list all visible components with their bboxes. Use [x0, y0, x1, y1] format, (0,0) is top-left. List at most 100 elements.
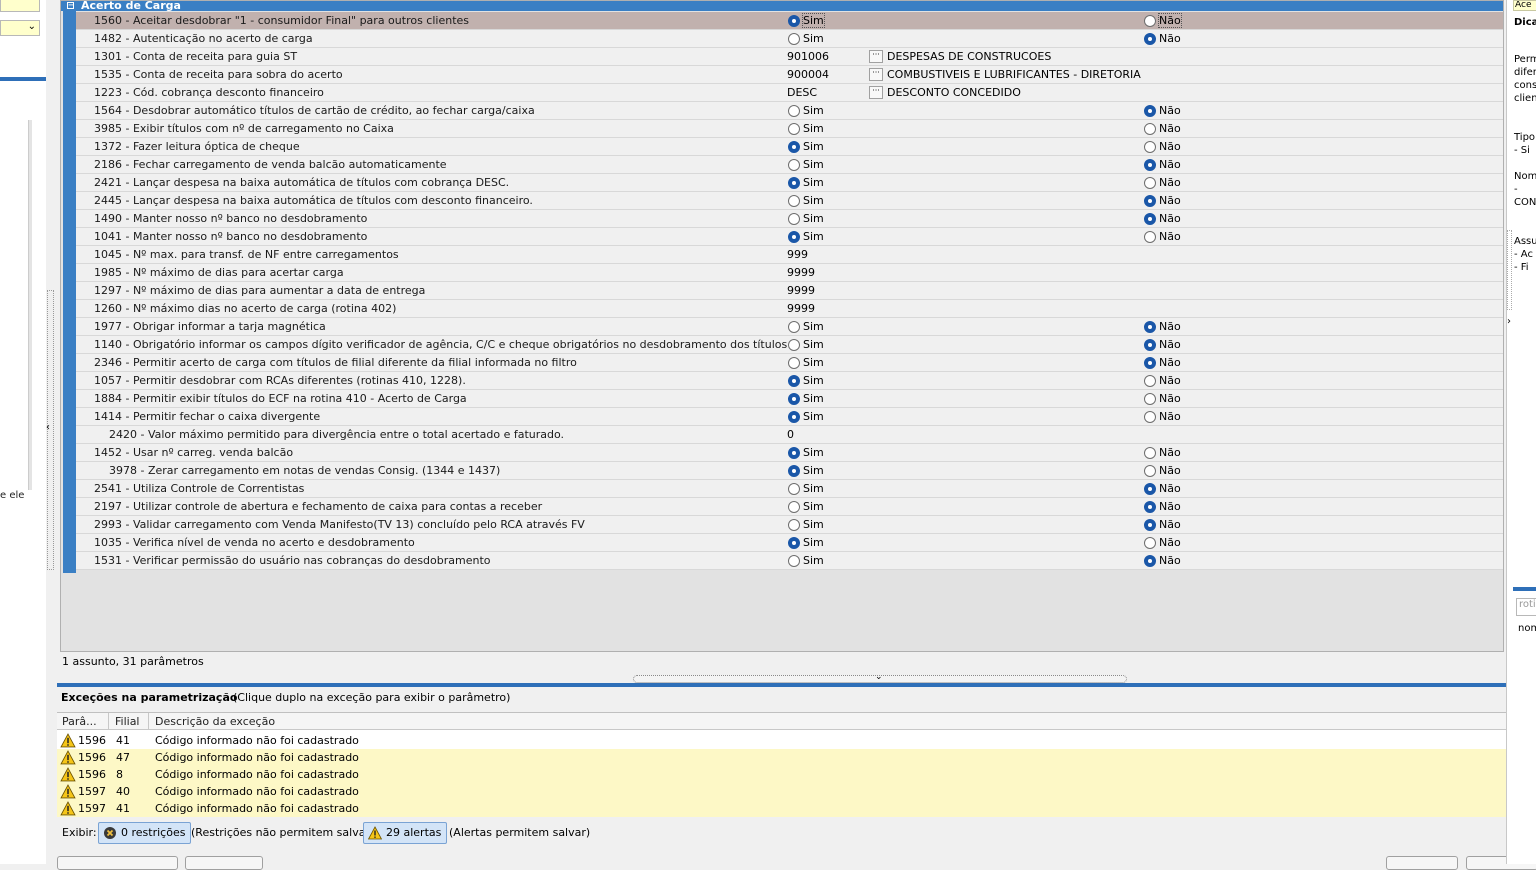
radio-button[interactable] [1144, 33, 1156, 45]
chevron-right-icon[interactable]: › [1507, 316, 1511, 327]
parameter-row[interactable]: 1140 - Obrigatório informar os campos dí… [76, 336, 1503, 354]
radio-option-nao[interactable]: Não [1144, 464, 1181, 477]
bottom-button-2[interactable] [185, 856, 263, 870]
radio-button[interactable] [1144, 105, 1156, 117]
radio-button[interactable] [1144, 465, 1156, 477]
radio-option-sim[interactable]: Sim [788, 176, 824, 189]
lookup-button[interactable]: ··· [869, 50, 883, 63]
radio-button[interactable] [1144, 375, 1156, 387]
parameter-row[interactable]: 1223 - Cód. cobrança desconto financeiro… [76, 84, 1503, 102]
radio-option-sim[interactable]: Sim [788, 122, 824, 135]
tips-tab[interactable]: Ace [1513, 0, 1536, 11]
radio-option-sim[interactable]: Sim [788, 194, 824, 207]
parameter-row[interactable]: 1482 - Autenticação no acerto de carga Si… [76, 30, 1503, 48]
radio-button[interactable] [788, 321, 800, 333]
radio-option-sim[interactable]: Sim [788, 482, 824, 495]
radio-option-nao[interactable]: Não [1144, 320, 1181, 333]
radio-option-sim[interactable]: Sim [788, 536, 824, 549]
radio-option-sim[interactable]: Sim [788, 500, 824, 513]
radio-button[interactable] [788, 483, 800, 495]
radio-option-sim[interactable]: Sim [788, 446, 824, 459]
parameter-code[interactable]: 900004 [787, 68, 829, 81]
radio-option-nao[interactable]: Não [1144, 356, 1181, 369]
radio-option-nao[interactable]: Não [1144, 554, 1181, 567]
parameter-row[interactable]: 3985 - Exibir títulos com nº de carregam… [76, 120, 1503, 138]
parameter-row[interactable]: 1414 - Permitir fechar o caixa divergent… [76, 408, 1503, 426]
parameter-row[interactable]: 2421 - Lançar despesa na baixa automátic… [76, 174, 1503, 192]
chevron-down-icon[interactable]: ⌄ [28, 21, 36, 32]
parameter-row[interactable]: 1057 - Permitir desdobrar com RCAs difer… [76, 372, 1503, 390]
alerts-toggle-button[interactable]: 29 alertas [363, 822, 448, 844]
radio-button[interactable] [788, 375, 800, 387]
parameter-row[interactable]: 2420 - Valor máximo permitido para diver… [76, 426, 1503, 444]
parameter-row[interactable]: 1041 - Manter nosso nº banco no desdobra… [76, 228, 1503, 246]
radio-option-nao[interactable]: Não [1144, 230, 1181, 243]
chevron-left-icon[interactable]: ‹ [46, 422, 50, 433]
radio-button[interactable] [1144, 141, 1156, 153]
parameter-row[interactable]: 1301 - Conta de receita para guia ST 9010… [76, 48, 1503, 66]
radio-button[interactable] [788, 537, 800, 549]
routine-search-input[interactable]: roti [1516, 598, 1536, 616]
radio-option-nao[interactable]: Não [1144, 500, 1181, 513]
group-header[interactable]: − Acerto de Carga [61, 1, 1503, 11]
radio-option-nao[interactable]: Não [1144, 338, 1181, 351]
parameter-row[interactable]: 3978 - Zerar carregamento em notas de ve… [76, 462, 1503, 480]
parameter-row[interactable]: 1531 - Verificar permissão do usuário na… [76, 552, 1503, 570]
radio-button[interactable] [788, 141, 800, 153]
radio-option-sim[interactable]: Sim [788, 374, 824, 387]
radio-button[interactable] [788, 123, 800, 135]
radio-button[interactable] [1144, 537, 1156, 549]
radio-button[interactable] [788, 519, 800, 531]
parameter-row[interactable]: 2541 - Utiliza Controle de Correntistas S… [76, 480, 1503, 498]
radio-option-nao[interactable]: Não [1144, 374, 1181, 387]
radio-button[interactable] [788, 393, 800, 405]
radio-button[interactable] [1144, 213, 1156, 225]
radio-option-nao[interactable]: Não [1144, 32, 1181, 45]
radio-option-sim[interactable]: Sim [788, 554, 824, 567]
lookup-button[interactable]: ··· [869, 86, 883, 99]
parameter-row[interactable]: 1535 - Conta de receita para sobra do ac… [76, 66, 1503, 84]
parameter-value[interactable]: 0 [787, 428, 794, 441]
chevron-down-icon[interactable]: ⌄ [875, 672, 883, 682]
radio-option-nao[interactable]: Não [1144, 13, 1182, 28]
radio-button[interactable] [1144, 15, 1156, 27]
radio-option-nao[interactable]: Não [1144, 392, 1181, 405]
radio-option-nao[interactable]: Não [1144, 104, 1181, 117]
radio-button[interactable] [788, 195, 800, 207]
parameter-row[interactable]: 2186 - Fechar carregamento de venda balc… [76, 156, 1503, 174]
restrictions-toggle-button[interactable]: 0 restrições [98, 822, 192, 844]
parameter-code[interactable]: 901006 [787, 50, 829, 63]
radio-button[interactable] [788, 105, 800, 117]
radio-option-nao[interactable]: Não [1144, 194, 1181, 207]
radio-option-nao[interactable]: Não [1144, 212, 1181, 225]
bottom-button-1[interactable] [57, 856, 178, 870]
radio-button[interactable] [1144, 195, 1156, 207]
radio-button[interactable] [1144, 501, 1156, 513]
radio-option-sim[interactable]: Sim [788, 104, 824, 117]
exception-row[interactable]: 1597 41 Código informado não foi cadastrad… [57, 800, 1536, 817]
radio-button[interactable] [788, 339, 800, 351]
radio-button[interactable] [1144, 357, 1156, 369]
radio-button[interactable] [1144, 555, 1156, 567]
radio-option-nao[interactable]: Não [1144, 518, 1181, 531]
radio-option-sim[interactable]: Sim [788, 410, 824, 423]
parameter-value[interactable]: 9999 [787, 302, 815, 315]
exception-row[interactable]: 1597 40 Código informado não foi cadastrad… [57, 783, 1536, 800]
radio-button[interactable] [788, 159, 800, 171]
radio-option-nao[interactable]: Não [1144, 158, 1181, 171]
col-separator[interactable] [108, 713, 109, 729]
radio-button[interactable] [1144, 411, 1156, 423]
radio-option-nao[interactable]: Não [1144, 446, 1181, 459]
radio-option-nao[interactable]: Não [1144, 122, 1181, 135]
radio-option-sim[interactable]: Sim [788, 338, 824, 351]
parameter-row[interactable]: 1045 - Nº max. para transf. de NF entre … [76, 246, 1503, 264]
parameter-value[interactable]: 9999 [787, 284, 815, 297]
radio-button[interactable] [788, 465, 800, 477]
parameter-row[interactable]: 1372 - Fazer leitura óptica de cheque Sim… [76, 138, 1503, 156]
parameter-row[interactable]: 1564 - Desdobrar automático títulos de c… [76, 102, 1503, 120]
radio-option-sim[interactable]: Sim [788, 32, 824, 45]
radio-button[interactable] [1144, 447, 1156, 459]
parameter-row[interactable]: 2346 - Permitir acerto de carga com títu… [76, 354, 1503, 372]
col-header-filial[interactable]: Filial [115, 715, 140, 728]
radio-option-sim[interactable]: Sim [788, 158, 824, 171]
